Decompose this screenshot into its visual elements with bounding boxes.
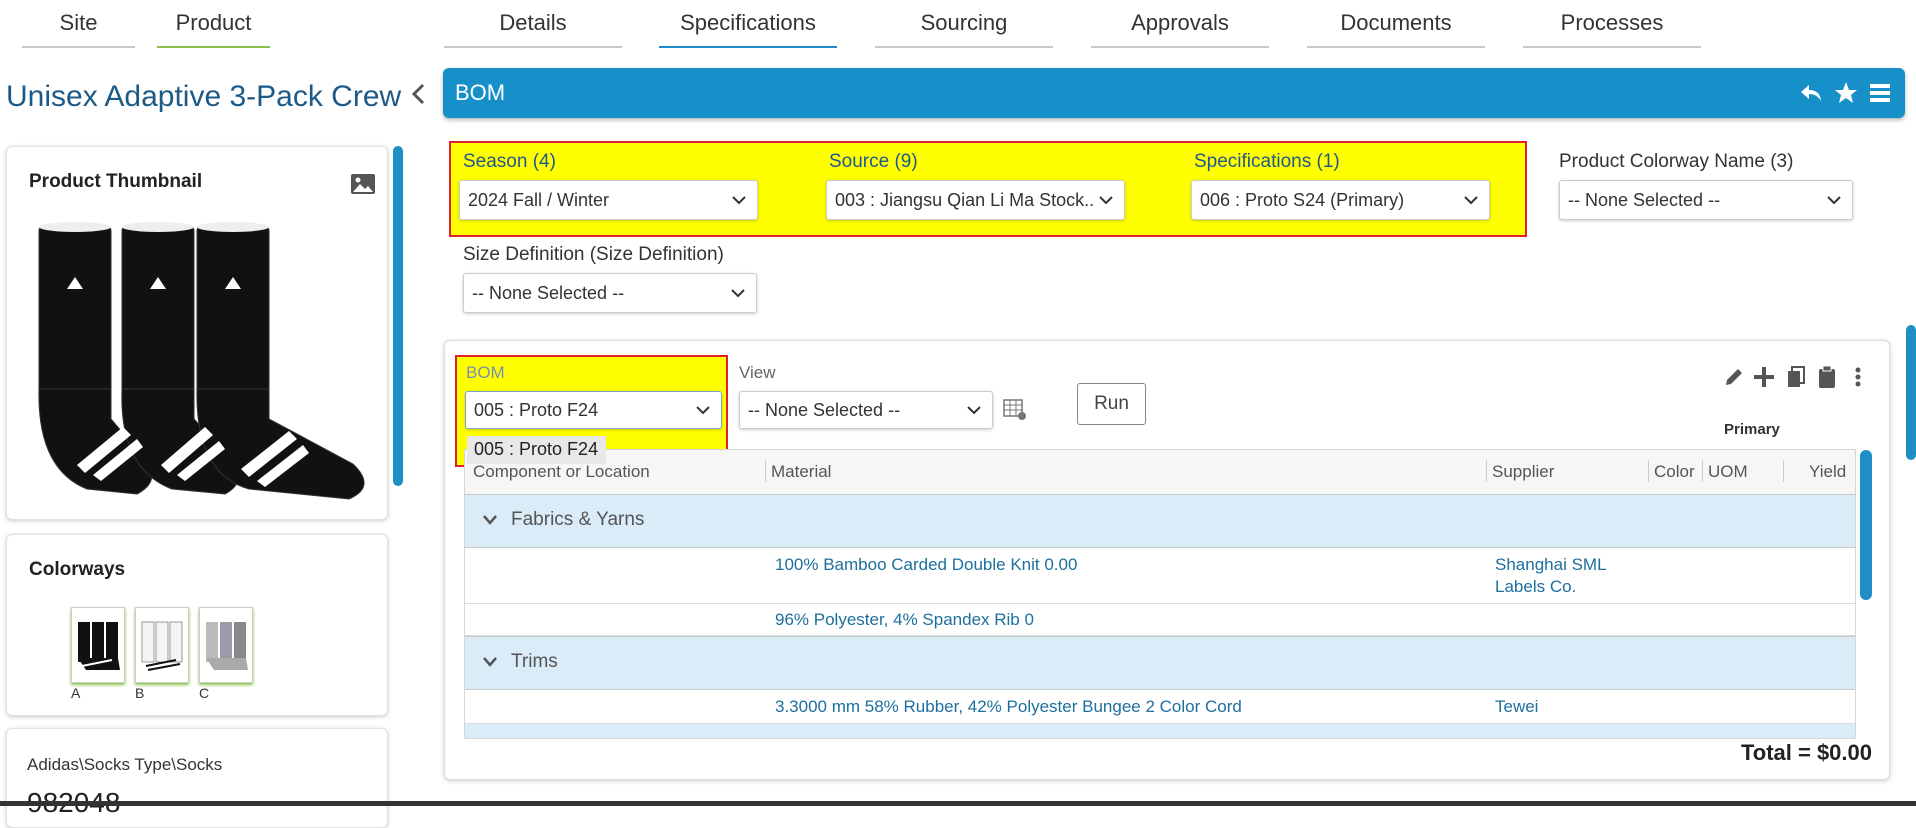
header-color[interactable]: Color [1654,450,1706,494]
run-button[interactable]: Run [1077,383,1146,425]
colorway-label-b: B [135,685,145,701]
view-label: View [739,363,776,382]
header-material[interactable]: Material [771,450,1351,494]
size-definition-value: -- None Selected -- [472,283,625,303]
group-name: Trims [511,651,558,672]
total-cost: Total = $0.00 [1740,740,1872,765]
bom-bar-title: BOM [455,80,506,105]
menu-icon[interactable] [1867,80,1893,106]
primary-label: Primary [1724,421,1780,438]
product-thumbnail-card: Product Thumbnail [6,146,388,520]
source-select[interactable]: 003 : Jiangsu Qian Li Ma Stock... [826,180,1125,220]
tab-product[interactable]: Product [157,0,270,48]
chevron-down-icon [696,406,710,415]
colorway-label-c: C [199,685,210,701]
tab-processes[interactable]: Processes [1523,0,1701,48]
header-separator [1486,460,1487,482]
group-row-fabrics[interactable]: Fabrics & Yarns [465,494,1855,548]
header-supplier[interactable]: Supplier [1492,450,1622,494]
product-title: Unisex Adaptive 3-Pack Crew [6,80,402,113]
header-separator [1783,460,1784,482]
table-row-partial [465,724,1855,738]
season-value: 2024 Fall / Winter [468,190,610,210]
table-row: 100% Bamboo Carded Double Knit 0.00 Shan… [465,548,1855,604]
specifications-label: Specifications (1) [1194,151,1340,172]
tab-specifications[interactable]: Specifications [659,0,837,48]
tab-sourcing[interactable]: Sourcing [875,0,1053,48]
view-value: -- None Selected -- [748,400,901,420]
supplier-link[interactable]: Tewei [1495,696,1538,718]
table-row: 3.3000 mm 58% Rubber, 42% Polyester Bung… [465,690,1855,724]
colorway-label-a: A [71,685,81,701]
colorway-swatch-b[interactable] [135,607,189,683]
page-scrollbar[interactable] [1906,325,1916,460]
chevron-down-icon[interactable] [481,513,499,527]
group-name: Fabrics & Yarns [511,509,645,530]
header-yield[interactable]: Yield [1809,450,1855,494]
bom-dropdown-option[interactable]: 005 : Proto F24 [467,436,606,464]
season-label: Season (4) [463,151,556,172]
category-card: Adidas\Socks Type\Socks 982048 [6,728,388,828]
bottom-border [0,801,1916,806]
specifications-select[interactable]: 006 : Proto S24 (Primary) [1191,180,1490,220]
tab-details[interactable]: Details [444,0,622,48]
bom-table: Component or Location Material Supplier … [464,449,1856,739]
material-link[interactable]: 96% Polyester, 4% Spandex Rib 0 [775,609,1034,631]
left-panel-scrollbar[interactable] [393,146,403,486]
supplier-link[interactable]: Shanghai SML [1495,554,1607,576]
tab-site[interactable]: Site [22,0,135,48]
bom-label: BOM [466,363,505,382]
product-image [38,222,365,500]
supplier-link[interactable]: Labels Co. [1495,576,1576,598]
colorway-swatch-c[interactable] [199,607,253,683]
header-separator [1648,460,1649,482]
bom-select[interactable]: 005 : Proto F24 [465,391,722,429]
chevron-down-icon [1099,196,1113,205]
clipboard-icon[interactable] [1815,363,1839,391]
chevron-left-icon[interactable] [408,80,428,108]
chevron-down-icon [1827,196,1841,205]
image-icon[interactable] [350,173,376,195]
colorway-swatch-a[interactable] [71,607,125,683]
colorway-name-select[interactable]: -- None Selected -- [1559,180,1853,220]
edit-icon[interactable] [1722,363,1746,391]
chevron-down-icon [731,289,745,298]
season-select[interactable]: 2024 Fall / Winter [459,180,758,220]
bom-header-bar: BOM [443,68,1905,118]
bom-value: 005 : Proto F24 [474,400,599,420]
colorways-card: Colorways A B C [6,534,388,716]
tab-approvals[interactable]: Approvals [1091,0,1269,48]
chevron-down-icon [967,406,981,415]
plus-icon[interactable] [1752,363,1776,391]
header-uom[interactable]: UOM [1708,450,1768,494]
star-icon[interactable] [1833,80,1859,106]
colorways-title: Colorways [29,559,126,580]
table-scrollbar[interactable] [1860,450,1872,600]
chevron-down-icon [732,196,746,205]
chevron-down-icon [1464,196,1478,205]
colorway-name-value: -- None Selected -- [1568,190,1721,210]
reply-icon[interactable] [1798,80,1824,106]
material-link[interactable]: 100% Bamboo Carded Double Knit 0.00 [775,554,1077,576]
more-vertical-icon[interactable] [1846,363,1870,391]
copy-icon[interactable] [1784,363,1808,391]
thumbnail-title: Product Thumbnail [29,171,203,192]
size-definition-select[interactable]: -- None Selected -- [463,273,757,313]
specifications-value: 006 : Proto S24 (Primary) [1200,190,1405,210]
tab-documents[interactable]: Documents [1307,0,1485,48]
chevron-down-icon[interactable] [481,655,499,669]
category-path: Adidas\Socks Type\Socks [27,755,223,774]
table-row: 96% Polyester, 4% Spandex Rib 0 [465,604,1855,636]
group-row-trims[interactable]: Trims [465,636,1855,690]
table-settings-icon[interactable] [1003,398,1028,422]
size-definition-label: Size Definition (Size Definition) [463,244,724,265]
source-label: Source (9) [829,151,918,172]
material-link[interactable]: 3.3000 mm 58% Rubber, 42% Polyester Bung… [775,696,1242,718]
colorway-name-label: Product Colorway Name (3) [1559,151,1794,172]
header-separator [765,460,766,482]
source-value: 003 : Jiangsu Qian Li Ma Stock... [835,190,1093,210]
header-separator [1702,460,1703,482]
view-select[interactable]: -- None Selected -- [739,391,993,429]
